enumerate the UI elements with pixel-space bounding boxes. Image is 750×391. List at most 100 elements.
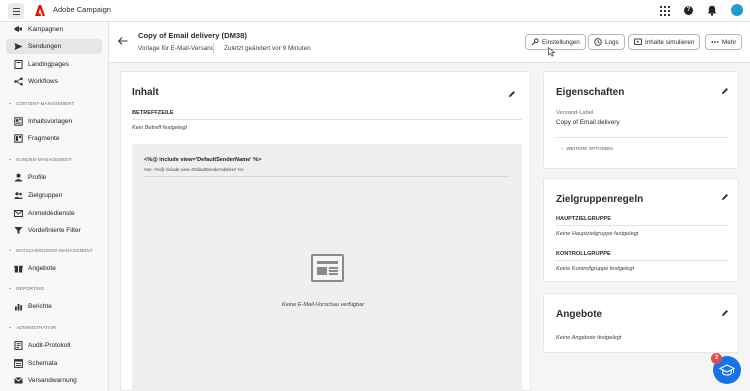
page-header: Copy of Email delivery (DM38) Vorlage fü… [109, 22, 750, 63]
sidebar-item-label: Sendungen [28, 43, 62, 50]
subject-label: BETREFFZEILE [132, 110, 174, 116]
section-title: REPORTING [16, 285, 45, 291]
send-icon [14, 42, 23, 51]
sidebar-item-label: Angebote [28, 265, 56, 272]
profile-icon [14, 173, 23, 182]
sidebar-item-audit-protokoll[interactable]: Audit-Protokoll [6, 338, 102, 353]
more-button[interactable]: Mehr [705, 34, 743, 50]
subject-value: Kein Betreff festgelegt [132, 125, 188, 131]
divider [144, 176, 510, 177]
edit-icon[interactable] [721, 87, 729, 95]
sender-name: <%@ include view='DefaultSenderName' %> [144, 157, 262, 163]
section-title: ADMINISTRATION [16, 324, 57, 330]
simulate-label: Inhalte simulieren [645, 38, 695, 46]
learn-icon [719, 363, 735, 376]
control-group-value: Keine Kontrollgruppe festgelegt [556, 266, 635, 272]
section-title: CONTENT-MANAGEMENT [16, 100, 75, 106]
section-title: ENTSCHEIDUNGS-MANAGEMENT [16, 247, 93, 253]
page-title: Copy of Email delivery (DM38) [138, 31, 247, 40]
sidebar-item-versandwarnung[interactable]: Versandwarnung [6, 373, 102, 388]
template-icon [14, 117, 23, 126]
chevron-down-icon: ⌄ [8, 100, 13, 106]
edit-icon[interactable] [508, 90, 516, 98]
more-icon [711, 38, 719, 46]
chevron-right-icon: › [561, 146, 563, 151]
sidebar-item-vordefinierte-filter[interactable]: Vordefinierte Filter [6, 223, 102, 238]
workflow-icon [14, 77, 23, 86]
help-icon[interactable]: ? [684, 6, 693, 15]
main-audience-value: Keine Hauptzielgruppe festgelegt [556, 231, 639, 237]
simulate-content-button[interactable]: Inhalte simulieren [628, 34, 701, 50]
top-bar: Adobe Campaign ? [0, 0, 750, 22]
app-name[interactable]: Adobe Campaign [53, 5, 111, 14]
section-administration[interactable]: ⌄ ADMINISTRATION [8, 323, 57, 331]
page-icon [14, 60, 23, 69]
chevron-down-icon: ⌄ [8, 285, 13, 291]
sidebar-item-label: Anmeldedienste [28, 210, 75, 217]
sidebar-item-label: Audit-Protokoll [28, 342, 71, 349]
section-customer-management[interactable]: ⌄ KUNDEN-MANAGEMENT [8, 155, 72, 163]
sidebar-item-anmeldedienste[interactable]: Anmeldedienste [6, 206, 102, 221]
last-modified: Zuletzt geändert vor 9 Minuten [224, 45, 311, 52]
sidebar-item-label: Vordefinierte Filter [28, 227, 81, 234]
menu-icon[interactable] [8, 3, 24, 19]
sidebar-item-schemata[interactable]: Schemata [6, 356, 102, 371]
email-preview-icon [311, 254, 344, 282]
adobe-logo[interactable] [35, 5, 45, 16]
fragment-icon [14, 134, 23, 143]
offer-icon [14, 264, 23, 273]
sidebar-item-sendungen[interactable]: Sendungen [6, 39, 102, 54]
more-options-label: WEITERE OPTIONEN [566, 146, 613, 151]
sidebar-item-label: Landingpages [28, 61, 69, 68]
sidebar-item-label: Zielgruppen [28, 192, 63, 199]
delivery-label-value: Copy of Email delivery [556, 119, 620, 126]
main-audience-label: HAUPTZIELGRUPPE [556, 216, 612, 222]
sender-address: Von: <%@ include view='DefaultSenderAddr… [144, 167, 244, 172]
chevron-down-icon: ⌄ [8, 247, 13, 253]
bell-icon[interactable] [707, 5, 717, 16]
logs-button[interactable]: Logs [588, 34, 625, 50]
settings-icon [531, 38, 539, 46]
sidebar-item-workflows[interactable]: Workflows [6, 74, 102, 89]
apps-grid-icon[interactable] [660, 6, 670, 16]
section-reporting[interactable]: ⌄ REPORTING [8, 284, 44, 292]
sidebar-item-label: Profile [28, 174, 47, 181]
properties-card: Eigenschaften Versand-Label Copy of Emai… [543, 71, 739, 169]
sidebar-item-kampagnen[interactable]: Kampagnen [6, 22, 102, 37]
warning-icon [14, 376, 23, 385]
avatar[interactable] [731, 4, 743, 16]
no-preview-text: Keine E-Mail-Vorschau verfügbar [282, 302, 365, 308]
sidebar-item-zielgruppen[interactable]: Zielgruppen [6, 188, 102, 203]
audit-icon [14, 341, 23, 350]
template-name: Vorlage für E-Mail-Versand [138, 45, 215, 52]
schema-icon [14, 359, 23, 368]
divider [132, 119, 522, 120]
sidebar-item-label: Inhaltsvorlagen [28, 118, 73, 125]
sidebar-item-angebote[interactable]: Angebote [6, 261, 102, 276]
sidebar-item-fragmente[interactable]: Fragmente [6, 131, 102, 146]
sidebar-item-profile[interactable]: Profile [6, 170, 102, 185]
sidebar-item-label: Schemata [28, 360, 58, 367]
sidebar-item-label: Berichte [28, 303, 52, 310]
offers-card-title: Angebote [556, 309, 603, 320]
offers-value: Keine Angebote festgelegt [556, 335, 622, 341]
edit-icon[interactable] [721, 309, 729, 317]
settings-label: Einstellungen [542, 38, 580, 46]
sidebar-item-inhaltsvorlagen[interactable]: Inhaltsvorlagen [6, 114, 102, 129]
sidebar-item-label: Versandwarnung [28, 377, 77, 384]
section-content-management[interactable]: ⌄ CONTENT-MANAGEMENT [8, 99, 74, 107]
main-content: Inhalt BETREFFZEILE Kein Betreff festgel… [109, 63, 750, 391]
edit-icon[interactable] [721, 193, 729, 201]
sidebar-item-label: Workflows [28, 78, 58, 85]
section-decision-management[interactable]: ⌄ ENTSCHEIDUNGS-MANAGEMENT [8, 246, 93, 254]
report-icon [14, 302, 23, 311]
sidebar-item-berichte[interactable]: Berichte [6, 299, 102, 314]
notification-badge: 2 [711, 353, 722, 364]
more-label: Mehr [722, 38, 737, 46]
sidebar: Kampagnen Sendungen Landingpages Workflo… [0, 22, 109, 391]
more-options-toggle[interactable]: › WEITERE OPTIONEN [561, 146, 613, 151]
audience-rules-card: Zielgruppenregeln HAUPTZIELGRUPPE Keine … [543, 178, 739, 282]
audience-card-title: Zielgruppenregeln [556, 194, 644, 205]
back-arrow-icon[interactable] [118, 37, 128, 48]
sidebar-item-landingpages[interactable]: Landingpages [6, 57, 102, 72]
